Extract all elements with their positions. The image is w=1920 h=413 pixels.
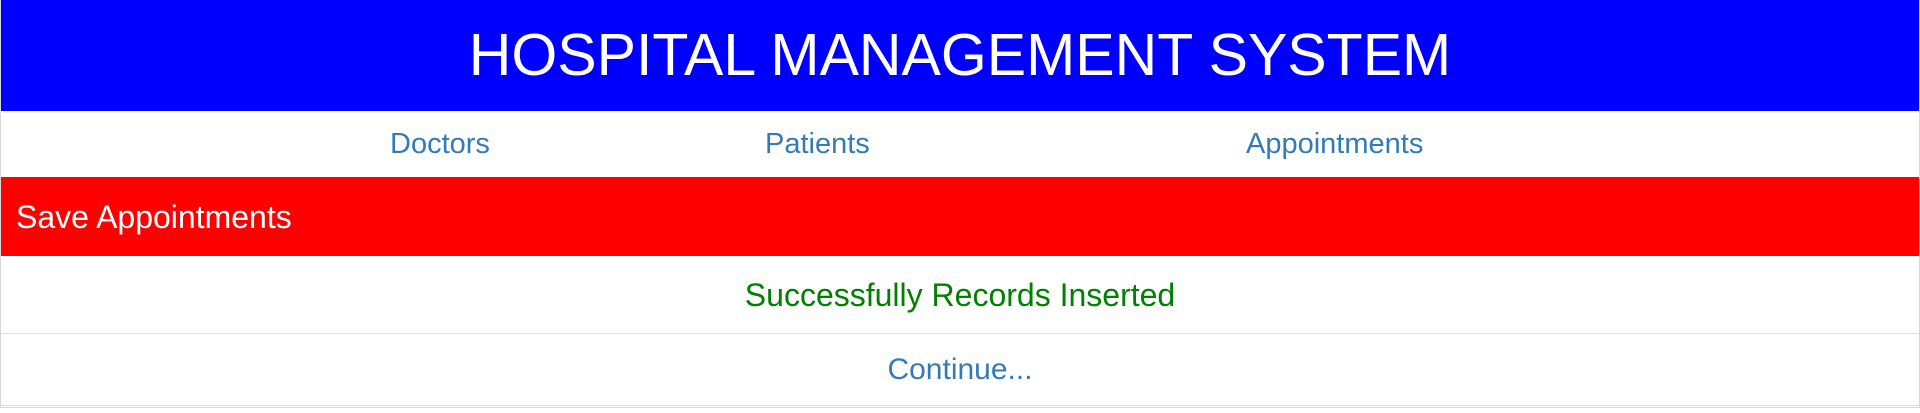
nav-link-patients[interactable]: Patients bbox=[765, 111, 870, 177]
site-header: HOSPITAL MANAGEMENT SYSTEM bbox=[1, 0, 1919, 111]
panel-heading: Save Appointments bbox=[1, 177, 1919, 256]
site-title: HOSPITAL MANAGEMENT SYSTEM bbox=[468, 22, 1452, 88]
success-message-row: Successfully Records Inserted bbox=[1, 256, 1919, 334]
nav-link-doctors[interactable]: Doctors bbox=[390, 111, 490, 177]
success-message: Successfully Records Inserted bbox=[744, 276, 1176, 313]
nav-link-appointments[interactable]: Appointments bbox=[1246, 111, 1423, 177]
panel-heading-title: Save Appointments bbox=[16, 198, 292, 235]
continue-link[interactable]: Continue... bbox=[887, 354, 1032, 385]
main-nav: Doctors Patients Appointments bbox=[1, 111, 1919, 177]
continue-row: Continue... bbox=[1, 334, 1919, 406]
